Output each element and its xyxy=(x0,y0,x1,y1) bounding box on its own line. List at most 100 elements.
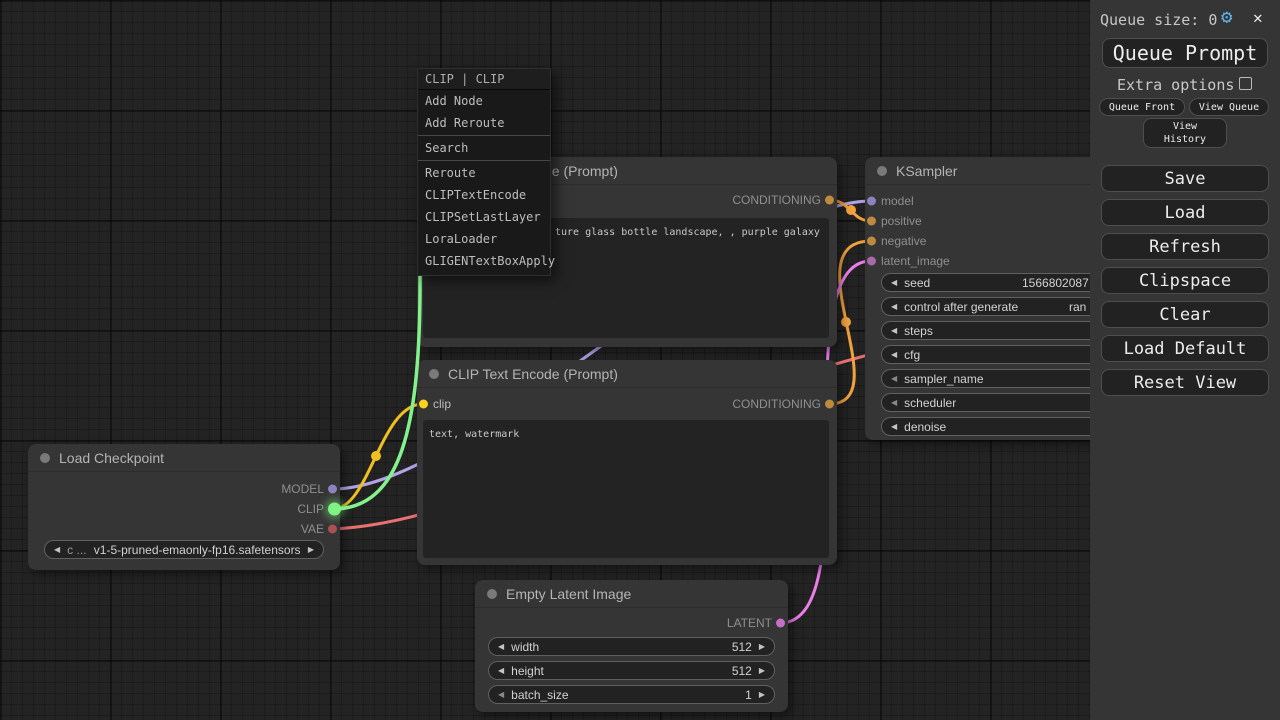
node-title-bar[interactable]: Empty Latent Image xyxy=(475,580,788,608)
save-button[interactable]: Save xyxy=(1101,165,1269,192)
latent-image-input-dot[interactable] xyxy=(867,257,876,266)
queue-prompt-button[interactable]: Queue Prompt xyxy=(1102,38,1268,68)
extra-options-label: Extra options xyxy=(1117,76,1234,94)
refresh-button[interactable]: Refresh xyxy=(1101,233,1269,260)
output-label: CONDITIONING xyxy=(716,193,837,207)
context-menu-header: CLIP | CLIP xyxy=(418,69,550,90)
prompt-textarea[interactable]: text, watermark xyxy=(423,420,829,558)
positive-input-dot[interactable] xyxy=(867,217,876,226)
batch-size-widget[interactable]: batch_size 1 xyxy=(488,685,775,704)
output-slot-clip: CLIP xyxy=(28,499,340,519)
settings-gear-icon[interactable]: ⚙ xyxy=(1221,8,1232,27)
reset-view-button[interactable]: Reset View xyxy=(1101,369,1269,396)
widget-label: scheduler xyxy=(904,396,956,410)
input-label: negative xyxy=(865,234,942,248)
decrement-arrow-icon[interactable] xyxy=(891,303,897,311)
wire-clip-midpoint-dot xyxy=(371,451,381,461)
widget-label: denoise xyxy=(904,420,946,434)
widget-label: steps xyxy=(904,324,933,338)
vae-output-dot[interactable] xyxy=(328,525,337,534)
node-status-dot xyxy=(429,369,439,379)
model-output-dot[interactable] xyxy=(328,485,337,494)
decrement-arrow-icon[interactable] xyxy=(498,667,504,675)
node-status-dot xyxy=(40,453,50,463)
combo-prev-arrow-icon[interactable] xyxy=(891,375,897,383)
decrement-arrow-icon[interactable] xyxy=(891,423,897,431)
widget-label: batch_size xyxy=(511,688,568,702)
negative-input-dot[interactable] xyxy=(867,237,876,246)
node-load-checkpoint[interactable]: Load Checkpoint MODEL CLIP VAE c ... v1-… xyxy=(28,444,340,570)
menu-item-add-reroute[interactable]: Add Reroute xyxy=(418,112,550,134)
decrement-arrow-icon[interactable] xyxy=(498,643,504,651)
node-clip-text-encode-negative[interactable]: CLIP Text Encode (Prompt) clip CONDITION… xyxy=(417,360,837,565)
widget-value: 1566802087 xyxy=(1022,276,1089,290)
widget-value: 512 xyxy=(732,664,752,678)
view-queue-button[interactable]: View Queue xyxy=(1189,98,1269,116)
menu-item-reroute[interactable]: Reroute xyxy=(418,162,550,184)
load-button[interactable]: Load xyxy=(1101,199,1269,226)
comfy-menu-panel: Queue size: 0 ⚙ ✕ Queue Prompt Extra opt… xyxy=(1090,0,1280,720)
width-widget[interactable]: width 512 xyxy=(488,637,775,656)
decrement-arrow-icon[interactable] xyxy=(891,327,897,335)
clipspace-button[interactable]: Clipspace xyxy=(1101,267,1269,294)
widget-value: ran xyxy=(1069,300,1086,314)
node-empty-latent-image[interactable]: Empty Latent Image LATENT width 512 heig… xyxy=(475,580,788,712)
node-title-bar[interactable]: CLIP Text Encode (Prompt) xyxy=(417,360,837,388)
menu-item-search[interactable]: Search xyxy=(418,137,550,159)
conditioning-output-dot[interactable] xyxy=(825,196,834,205)
extra-options-checkbox[interactable] xyxy=(1239,77,1252,90)
node-title: CLIP Text Encode (Prompt) xyxy=(448,366,618,382)
widget-label: height xyxy=(511,664,544,678)
increment-arrow-icon[interactable] xyxy=(759,691,765,699)
decrement-arrow-icon[interactable] xyxy=(891,279,897,287)
latent-output-dot[interactable] xyxy=(776,619,785,628)
output-label: CONDITIONING xyxy=(716,397,837,411)
increment-arrow-icon[interactable] xyxy=(759,643,765,651)
menu-item-cliptextencode[interactable]: CLIPTextEncode xyxy=(418,184,550,206)
close-icon[interactable]: ✕ xyxy=(1253,10,1263,26)
view-history-button[interactable]: View History xyxy=(1143,118,1227,148)
menu-item-loraloader[interactable]: LoraLoader xyxy=(418,228,550,250)
output-slot-latent: LATENT xyxy=(475,613,788,633)
output-slot-vae: VAE xyxy=(28,519,340,539)
clear-button[interactable]: Clear xyxy=(1101,301,1269,328)
combo-prev-arrow-icon[interactable] xyxy=(891,399,897,407)
node-title: KSampler xyxy=(896,163,957,179)
node-graph-canvas[interactable]: Load Checkpoint MODEL CLIP VAE c ... v1-… xyxy=(0,0,1280,720)
widget-value: 512 xyxy=(732,640,752,654)
clip-output-dot[interactable] xyxy=(328,503,341,516)
decrement-arrow-icon[interactable] xyxy=(891,351,897,359)
wire-clip xyxy=(333,404,423,509)
menu-item-gligentextboxapply[interactable]: GLIGENTextBoxApply xyxy=(418,250,550,272)
node-title: Load Checkpoint xyxy=(59,450,164,466)
wire-negative-midpoint-dot xyxy=(841,317,851,327)
widget-label: width xyxy=(511,640,539,654)
queue-front-button[interactable]: Queue Front xyxy=(1099,98,1185,116)
decrement-arrow-icon[interactable] xyxy=(498,691,504,699)
node-title: Empty Latent Image xyxy=(506,586,631,602)
model-input-dot[interactable] xyxy=(867,197,876,206)
increment-arrow-icon[interactable] xyxy=(759,667,765,675)
widget-label: cfg xyxy=(904,348,920,362)
wire-positive-midpoint-dot xyxy=(846,205,856,215)
widget-label: seed xyxy=(904,276,930,290)
context-menu: CLIP | CLIP Add Node Add Reroute Search … xyxy=(417,68,551,276)
menu-item-clipsetlastlayer[interactable]: CLIPSetLastLayer xyxy=(418,206,550,228)
input-label: latent_image xyxy=(865,254,966,268)
height-widget[interactable]: height 512 xyxy=(488,661,775,680)
ckpt-name-combo-widget[interactable]: c ... v1-5-pruned-emaonly-fp16.safetenso… xyxy=(44,540,324,559)
comfyui-app: Load Checkpoint MODEL CLIP VAE c ... v1-… xyxy=(0,0,1280,720)
node-status-dot xyxy=(877,166,887,176)
conditioning-output-dot[interactable] xyxy=(825,400,834,409)
output-slot-model: MODEL xyxy=(28,479,340,499)
combo-next-arrow-icon[interactable] xyxy=(308,546,314,554)
queue-size-label: Queue size: 0 xyxy=(1100,11,1217,29)
node-title-bar[interactable]: Load Checkpoint xyxy=(28,444,340,472)
widget-value: 1 xyxy=(745,688,752,702)
widget-label: control after generate xyxy=(904,300,1018,314)
widget-label: c ... xyxy=(67,543,86,557)
combo-prev-arrow-icon[interactable] xyxy=(54,546,60,554)
menu-item-add-node[interactable]: Add Node xyxy=(418,90,550,112)
load-default-button[interactable]: Load Default xyxy=(1101,335,1269,362)
menu-separator xyxy=(418,135,550,136)
